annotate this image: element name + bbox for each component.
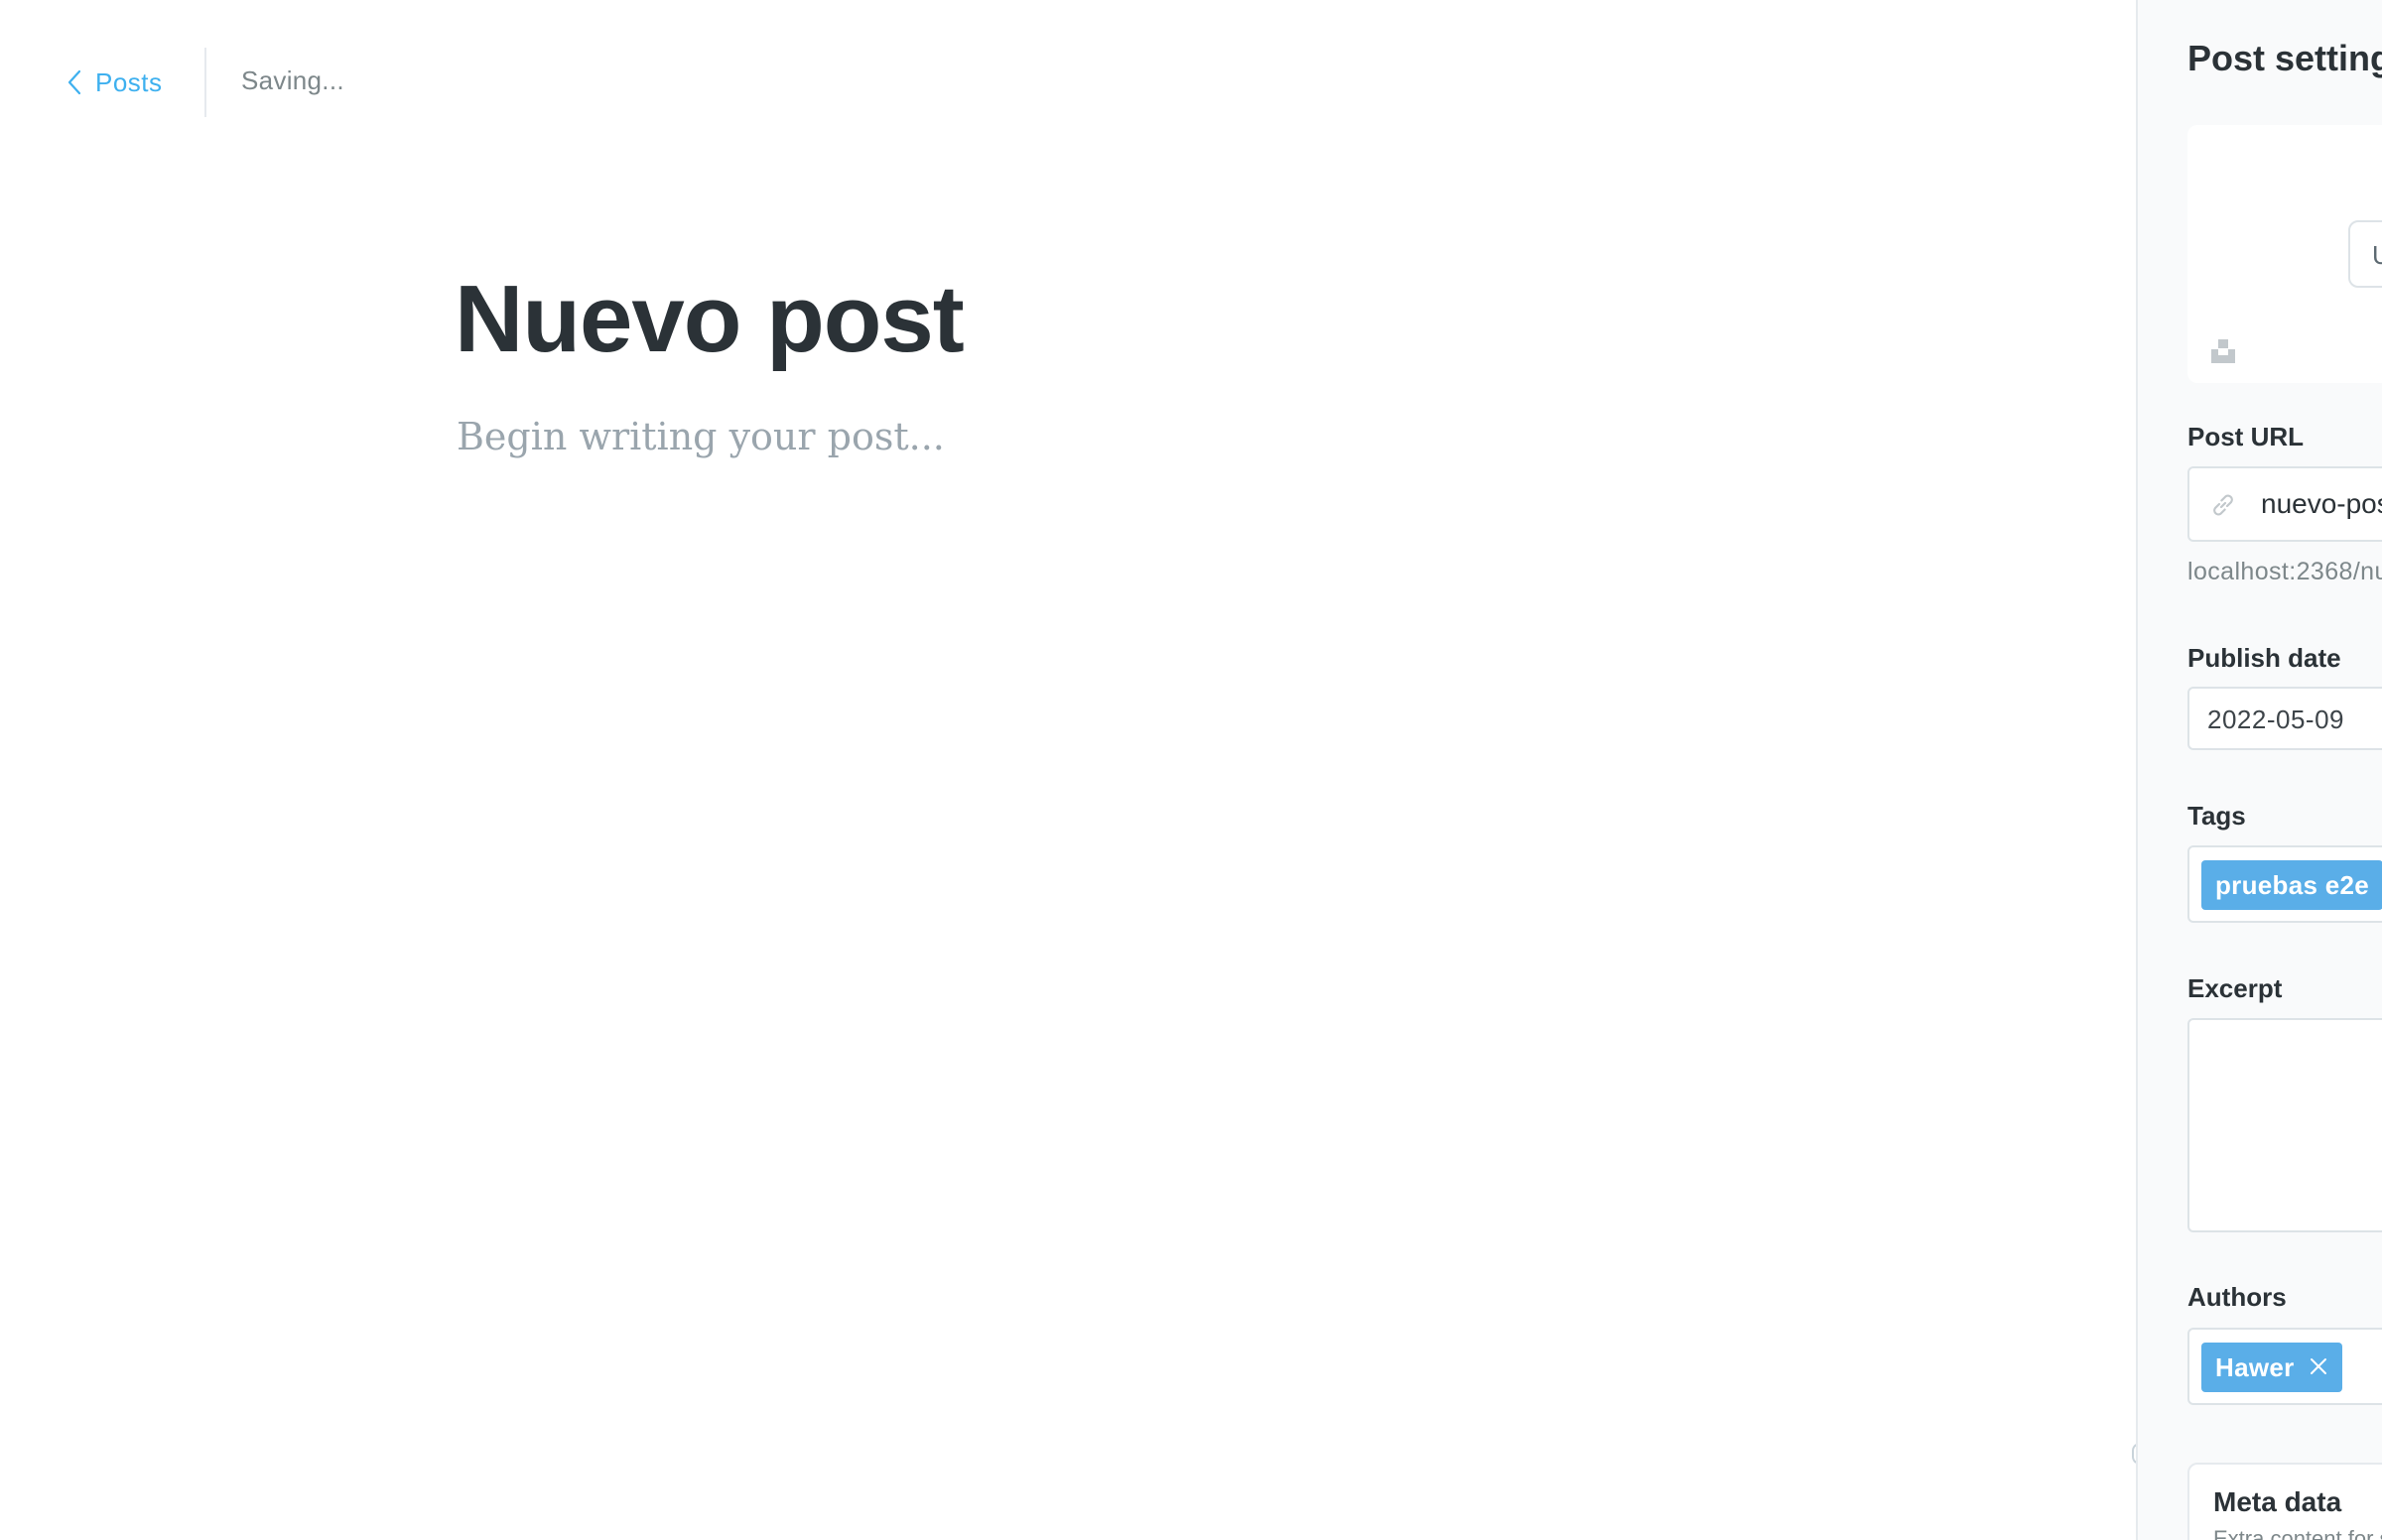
link-icon — [2209, 491, 2237, 524]
feature-image-uploader[interactable]: Upload — [2187, 125, 2382, 383]
post-editor-app: Posts Saving... Nuevo post Begin writing… — [0, 0, 2382, 1540]
post-url-input[interactable]: nuevo-post — [2187, 466, 2382, 542]
publish-date-input[interactable]: 2022-05-09 — [2187, 687, 2382, 750]
tags-label: Tags — [2187, 801, 2246, 831]
post-title-input[interactable]: Nuevo post — [455, 260, 965, 379]
meta-data-card[interactable]: Meta data Extra content for search engin… — [2187, 1463, 2382, 1540]
post-body-editor[interactable]: Begin writing your post... — [457, 409, 945, 464]
post-url-value: nuevo-post — [2261, 488, 2382, 519]
panel-title: Post settings — [2187, 38, 2382, 78]
post-settings-panel: Post settings Upload Post URL — [2136, 0, 2382, 1540]
author-token[interactable]: Hawer — [2201, 1343, 2342, 1392]
post-url-preview: localhost:2368/nuevo-post/ — [2187, 558, 2382, 585]
upload-image-button[interactable]: Upload — [2348, 220, 2382, 288]
publish-date-value: 2022-05-09 — [2207, 705, 2344, 734]
excerpt-textarea[interactable] — [2187, 1018, 2382, 1232]
header-divider — [204, 48, 206, 117]
remove-author-icon[interactable] — [2309, 1352, 2328, 1383]
unsplash-icon[interactable] — [2209, 337, 2237, 370]
back-to-posts-link[interactable]: Posts — [67, 62, 163, 103]
editor-header: Posts Saving... — [0, 0, 2134, 119]
tag-token-label: pruebas e2e — [2215, 869, 2370, 900]
authors-label: Authors — [2187, 1282, 2287, 1312]
author-token-label: Hawer — [2215, 1351, 2295, 1382]
chevron-left-icon — [67, 69, 81, 95]
tags-input[interactable]: pruebas e2e — [2187, 845, 2382, 923]
save-status: Saving... — [241, 65, 344, 95]
meta-data-title: Meta data — [2213, 1486, 2342, 1517]
excerpt-label: Excerpt — [2187, 973, 2283, 1003]
meta-data-description: Extra content for search engines — [2213, 1526, 2382, 1540]
post-url-label: Post URL — [2187, 422, 2304, 451]
back-link-label: Posts — [95, 66, 163, 97]
tag-token[interactable]: pruebas e2e — [2201, 860, 2382, 910]
authors-input[interactable]: Hawer — [2187, 1328, 2382, 1405]
publish-date-label: Publish date — [2187, 643, 2341, 673]
